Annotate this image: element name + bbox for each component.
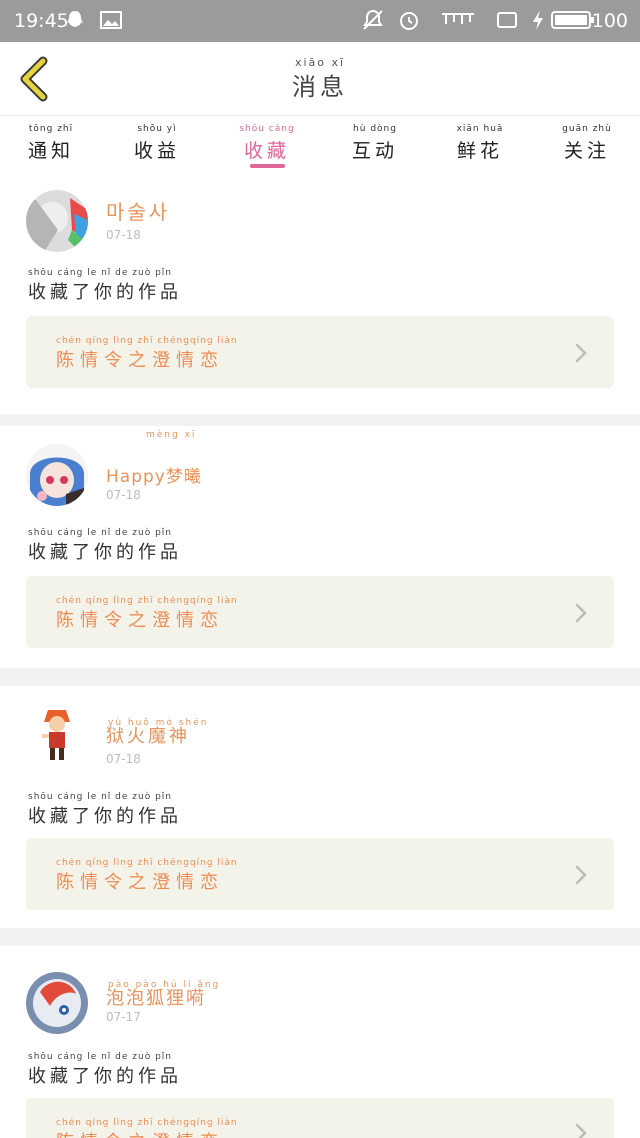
user-name-pinyin: mèng xī <box>146 430 197 440</box>
back-arrow-icon <box>20 56 48 102</box>
mute-icon <box>363 9 383 30</box>
page-title-text: 消息 <box>292 73 348 101</box>
image-icon <box>100 11 122 29</box>
battery-level: 100 <box>591 10 628 32</box>
charging-icon <box>533 10 543 30</box>
tab-flowers[interactable]: xiān huā 鲜花 <box>435 124 525 163</box>
work-title: 陈情令之澄情恋 <box>56 872 224 893</box>
work-title: 陈情令之澄情恋 <box>56 610 224 631</box>
message-text: 收藏了你的作品 <box>28 282 182 303</box>
work-link[interactable]: chén qíng lìng zhī chéngqíng liàn 陈情令之澄情… <box>26 576 614 648</box>
avatar[interactable] <box>26 444 88 506</box>
qq-icon <box>67 11 83 27</box>
notification-icon <box>442 13 474 24</box>
avatar[interactable] <box>26 704 88 766</box>
work-link[interactable]: chén qíng lìng zhī chéngqíng liàn 陈情令之澄情… <box>26 838 614 910</box>
chevron-right-icon <box>575 865 587 885</box>
alarm-icon <box>400 12 418 30</box>
tab-label: 关注 <box>563 140 610 162</box>
tab-pinyin: tōng zhī <box>28 124 74 134</box>
tab-pinyin: guān zhù <box>562 124 612 134</box>
message-date: 07-18 <box>106 488 141 502</box>
tab-label: 鲜花 <box>456 140 503 162</box>
chevron-right-icon <box>575 603 587 623</box>
message-date: 07-17 <box>106 1010 141 1024</box>
tab-label: 收藏 <box>243 140 290 162</box>
work-title-pinyin: chén qíng lìng zhī chéngqíng liàn <box>56 596 238 606</box>
message-card: pào pào hú lí ǎng 泡泡狐狸嗬 07-17 shōu cáng … <box>0 946 640 1138</box>
user-name[interactable]: 泡泡狐狸嗬 <box>106 984 206 1010</box>
tab-notifications[interactable]: tōng zhī 通知 <box>6 124 96 163</box>
tab-earnings[interactable]: shōu yì 收益 <box>112 124 202 163</box>
tab-pinyin: shōu yì <box>137 124 177 134</box>
message-text: 收藏了你的作品 <box>28 806 182 827</box>
user-name[interactable]: 狱火魔神 <box>106 722 190 748</box>
tab-label: 通知 <box>27 140 74 162</box>
message-date: 07-18 <box>106 752 141 766</box>
chevron-right-icon <box>575 343 587 363</box>
tab-pinyin: xiān huā <box>456 124 504 134</box>
status-time: 19:45 <box>14 10 69 32</box>
active-tab-indicator <box>250 164 285 168</box>
user-name[interactable]: Happy梦曦 <box>106 462 202 487</box>
avatar[interactable] <box>26 972 88 1034</box>
work-link[interactable]: chén qíng lìng zhī chéngqíng liàn 陈情令之澄情… <box>26 1098 614 1138</box>
message-pinyin: shōu cáng le nǐ de zuò pǐn <box>28 268 172 278</box>
tab-label: 互动 <box>351 140 398 162</box>
message-card: mèng xī Happy梦曦 07-18 shōu cáng le nǐ de… <box>0 426 640 668</box>
tab-label: 收益 <box>133 140 180 162</box>
message-pinyin: shōu cáng le nǐ de zuò pǐn <box>28 528 172 538</box>
work-title: 陈情令之澄情恋 <box>56 350 224 371</box>
page-title: xiāo xī 消息 <box>270 56 370 102</box>
message-pinyin: shōu cáng le nǐ de zuò pǐn <box>28 792 172 802</box>
chevron-right-icon <box>575 1123 587 1138</box>
message-text: 收藏了你的作品 <box>28 542 182 563</box>
back-button[interactable] <box>14 54 54 104</box>
avatar[interactable] <box>26 190 88 252</box>
app-header: xiāo xī 消息 <box>0 42 640 116</box>
work-link[interactable]: chén qíng lìng zhī chéngqíng liàn 陈情令之澄情… <box>26 316 614 388</box>
message-card: yù huǒ mó shén 狱火魔神 07-18 shōu cáng le n… <box>0 686 640 928</box>
message-pinyin: shōu cáng le nǐ de zuò pǐn <box>28 1052 172 1062</box>
tab-favorites[interactable]: shōu cáng 收藏 <box>222 124 312 163</box>
message-card: 마술사 07-18 shōu cáng le nǐ de zuò pǐn 收藏了… <box>0 172 640 414</box>
work-title-pinyin: chén qíng lìng zhī chéngqíng liàn <box>56 1118 238 1128</box>
message-date: 07-18 <box>106 228 141 242</box>
message-text: 收藏了你的作品 <box>28 1066 182 1087</box>
tab-bar: tōng zhī 通知 shōu yì 收益 shōu cáng 收藏 hù d… <box>0 116 640 172</box>
screen-icon <box>497 12 517 28</box>
status-bar: 19:45 100 <box>0 0 640 42</box>
battery-icon <box>551 11 594 29</box>
tab-pinyin: hù dòng <box>353 124 397 134</box>
tab-interactions[interactable]: hù dòng 互动 <box>330 124 420 163</box>
work-title-pinyin: chén qíng lìng zhī chéngqíng liàn <box>56 336 238 346</box>
tab-pinyin: shōu cáng <box>239 124 295 134</box>
tab-following[interactable]: guān zhù 关注 <box>542 124 632 163</box>
work-title-pinyin: chén qíng lìng zhī chéngqíng liàn <box>56 858 238 868</box>
work-title: 陈情令之澄情恋 <box>56 1128 224 1138</box>
user-name[interactable]: 마술사 <box>106 196 170 225</box>
